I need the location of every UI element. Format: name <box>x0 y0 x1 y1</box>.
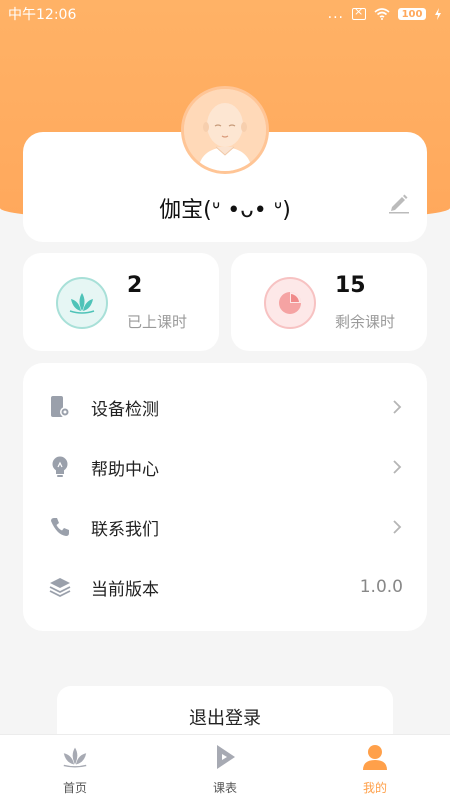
pencil-icon <box>389 194 409 214</box>
phone-icon <box>47 514 73 540</box>
menu-item-label: 联系我们 <box>91 519 159 540</box>
tab-schedule[interactable]: 课表 <box>150 735 300 800</box>
person-icon <box>361 743 389 771</box>
signal-dots-icon: ... <box>327 6 344 22</box>
tab-label: 首页 <box>62 781 87 795</box>
menu-item-label: 帮助中心 <box>91 459 159 480</box>
device-check-icon <box>47 394 73 420</box>
bottom-tab-bar: 首页 课表 我的 <box>0 734 450 800</box>
completed-hours-value: 2 <box>127 273 143 298</box>
tab-mine[interactable]: 我的 <box>300 735 450 800</box>
remaining-hours-card: 15 剩余课时 <box>231 253 427 351</box>
charging-icon <box>435 8 441 20</box>
chevron-right-icon <box>393 460 402 474</box>
lightbulb-icon <box>47 454 73 480</box>
menu-item-label: 设备检测 <box>91 399 159 420</box>
lotus-icon <box>61 743 89 771</box>
layers-icon <box>47 574 73 600</box>
chevron-right-icon <box>393 400 402 414</box>
edit-profile-button[interactable] <box>385 188 413 216</box>
status-bar: 中午12:06 ... 100 <box>0 0 450 28</box>
version-number: 1.0.0 <box>359 577 403 597</box>
tab-label: 课表 <box>212 781 237 795</box>
status-icons: ... 100 <box>327 5 442 22</box>
avatar[interactable] <box>181 86 269 174</box>
pie-chart-icon <box>264 277 316 329</box>
lotus-icon <box>56 277 108 329</box>
menu-item-current-version: 当前版本 1.0.0 <box>23 557 427 617</box>
completed-hours-label: 已上课时 <box>127 313 188 331</box>
menu-item-device-check[interactable]: 设备检测 <box>23 377 427 437</box>
settings-menu: 设备检测 帮助中心 联系我们 当前版本 1.0.0 <box>23 363 427 631</box>
battery-icon: 100 <box>398 8 426 20</box>
menu-item-label: 当前版本 <box>91 579 159 600</box>
play-icon <box>211 743 239 771</box>
menu-item-contact-us[interactable]: 联系我们 <box>23 497 427 557</box>
tab-home[interactable]: 首页 <box>0 735 150 800</box>
nickname: 伽宝(ᐡ •ᴗ• ᐡ) <box>159 198 291 223</box>
remaining-hours-label: 剩余课时 <box>335 313 396 331</box>
tab-label: 我的 <box>362 781 387 795</box>
chevron-right-icon <box>393 520 402 534</box>
wifi-icon <box>374 8 390 20</box>
menu-item-help-center[interactable]: 帮助中心 <box>23 437 427 497</box>
remaining-hours-value: 15 <box>335 273 366 298</box>
avatar-illustration-icon <box>184 89 266 171</box>
status-time: 中午12:06 <box>8 7 77 23</box>
completed-hours-card: 2 已上课时 <box>23 253 219 351</box>
no-sim-icon <box>352 5 366 20</box>
